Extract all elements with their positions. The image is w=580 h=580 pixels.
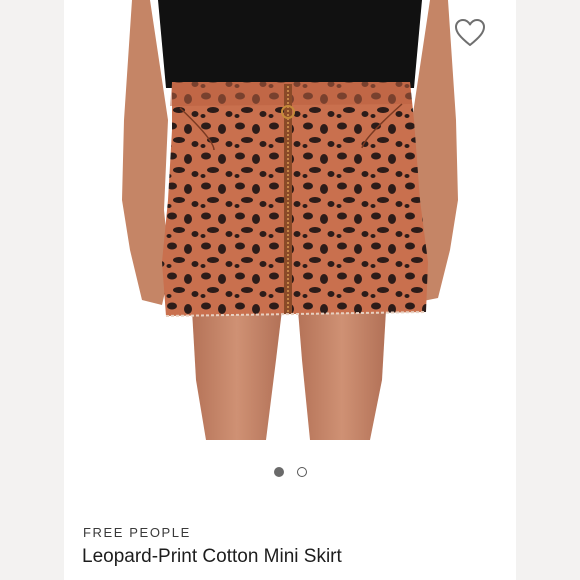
brand-name[interactable]: FREE PEOPLE: [83, 525, 191, 540]
carousel-dot-2[interactable]: [296, 467, 307, 477]
favorite-button[interactable]: [454, 18, 486, 48]
right-gutter: [516, 0, 580, 580]
left-gutter: [0, 0, 64, 580]
black-top: [158, 0, 422, 88]
product-card: FREE PEOPLE Leopard-Print Cotton Mini Sk…: [64, 0, 516, 580]
carousel-dot-1[interactable]: [273, 467, 284, 477]
heart-outline-icon: [455, 19, 485, 46]
carousel-indicator: [64, 467, 516, 481]
product-title: Leopard-Print Cotton Mini Skirt: [82, 546, 342, 567]
product-photo-illustration: [122, 0, 458, 440]
product-image[interactable]: [64, 0, 516, 440]
